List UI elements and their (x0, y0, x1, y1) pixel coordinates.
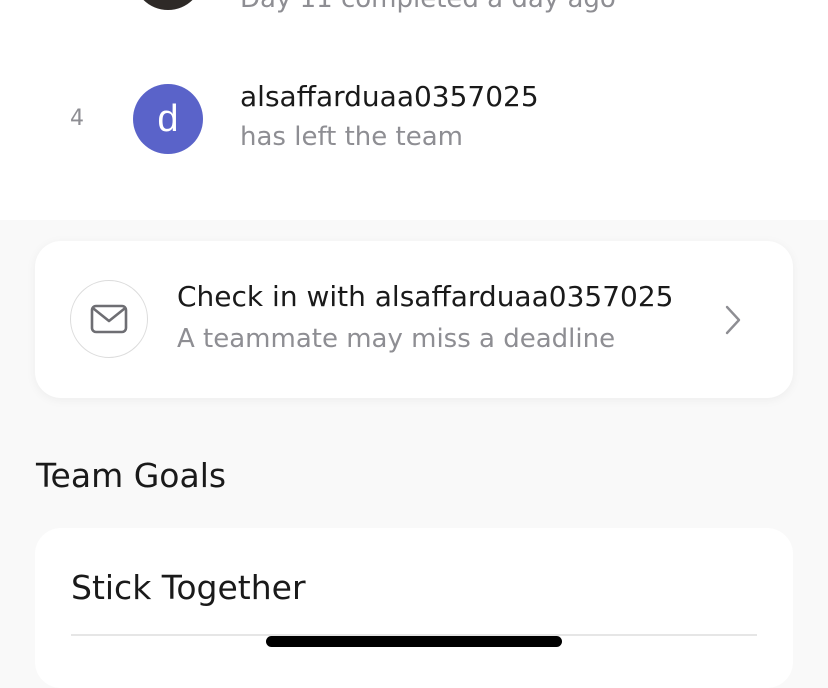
check-in-subtitle: A teammate may miss a deadline (177, 324, 616, 354)
mail-icon (70, 280, 148, 358)
check-in-card[interactable]: Check in with alsaffarduaa0357025 A team… (35, 241, 793, 398)
check-in-title: Check in with alsaffarduaa0357025 (177, 280, 674, 313)
team-member-list: Day 11 completed a day ago 4 d alsaffard… (0, 0, 828, 220)
avatar (133, 0, 203, 10)
section-title-team-goals: Team Goals (36, 456, 227, 495)
chevron-right-icon[interactable] (723, 305, 743, 339)
member-status: has left the team (240, 122, 463, 152)
avatar[interactable]: d (133, 84, 203, 154)
member-name[interactable]: alsaffarduaa0357025 (240, 80, 539, 113)
goal-card[interactable]: Stick Together (35, 528, 793, 688)
previous-member-status: Day 11 completed a day ago (240, 0, 616, 14)
goal-title: Stick Together (71, 568, 306, 607)
member-rank: 4 (70, 106, 84, 131)
home-indicator[interactable] (266, 636, 562, 647)
